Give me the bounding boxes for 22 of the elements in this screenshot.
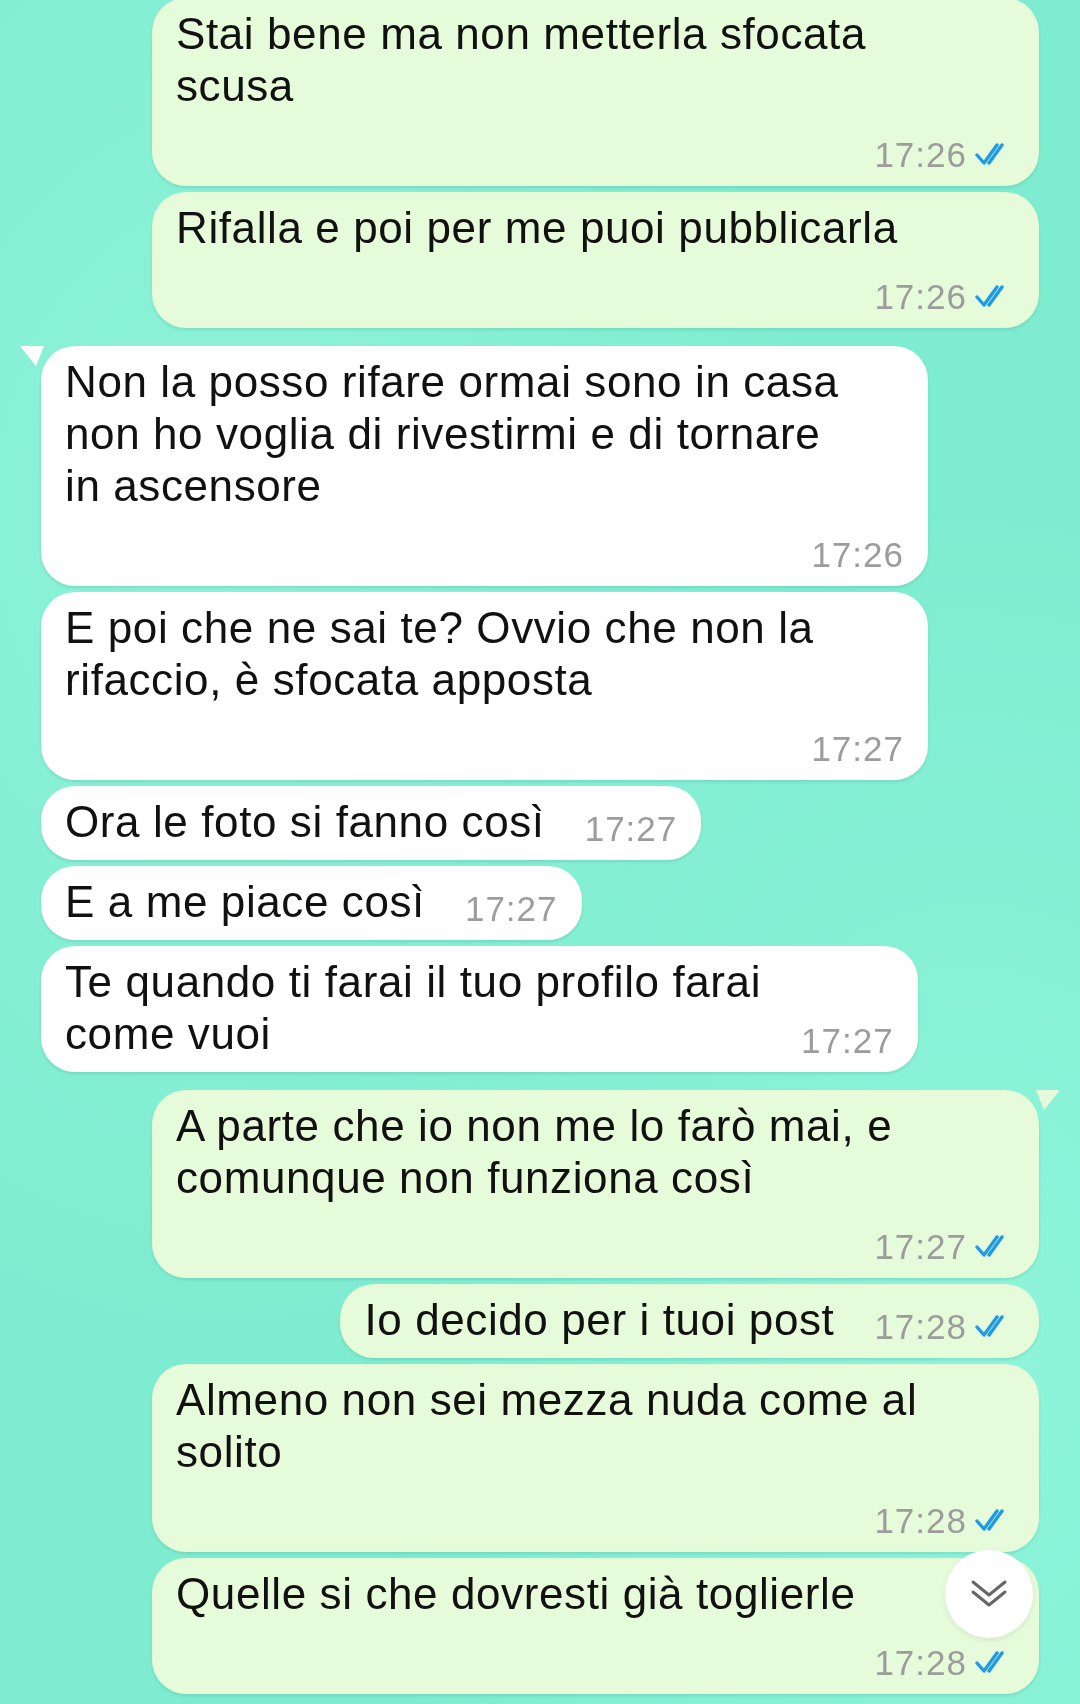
- message-text: A parte che io non me lo farò mai, e comunque non funziona così: [176, 1100, 893, 1204]
- message-text: Stai bene ma non metterla sfocata scusa: [176, 8, 866, 112]
- message-text: E a me piace così: [65, 876, 425, 928]
- message-text: Ora le foto si fanno così: [65, 796, 545, 848]
- message-time: 17:27: [801, 1022, 894, 1060]
- message-text: Rifalla e poi per me puoi pubblicarla: [176, 202, 898, 254]
- message-time: 17:28: [874, 1502, 967, 1540]
- message-time: 17:26: [874, 278, 967, 316]
- message-time: 17:26: [874, 136, 967, 174]
- message-text: Quelle si che dovresti già toglierle: [176, 1568, 856, 1620]
- message-time: 17:27: [464, 890, 558, 928]
- message-time: 17:27: [874, 1228, 967, 1266]
- message-text: Io decido per i tuoi post: [364, 1294, 835, 1346]
- message-time: 17:28: [874, 1644, 967, 1682]
- message-time: 17:26: [811, 536, 904, 574]
- message-time: 17:27: [584, 810, 678, 848]
- message-text: Almeno non sei mezza nuda come al solito: [176, 1374, 918, 1478]
- message-text: Non la posso rifare ormai sono in casa non ho voglia di rivestirmi e di tornare in ascensore: [65, 356, 839, 512]
- message-text: Te quando ti farai il tuo profilo farai come vuoi: [65, 956, 761, 1060]
- message-time: 17:27: [811, 730, 904, 768]
- message-time: 17:28: [874, 1308, 967, 1346]
- message-text: E poi che ne sai te? Ovvio che non la rifaccio, è sfocata apposta: [65, 602, 814, 706]
